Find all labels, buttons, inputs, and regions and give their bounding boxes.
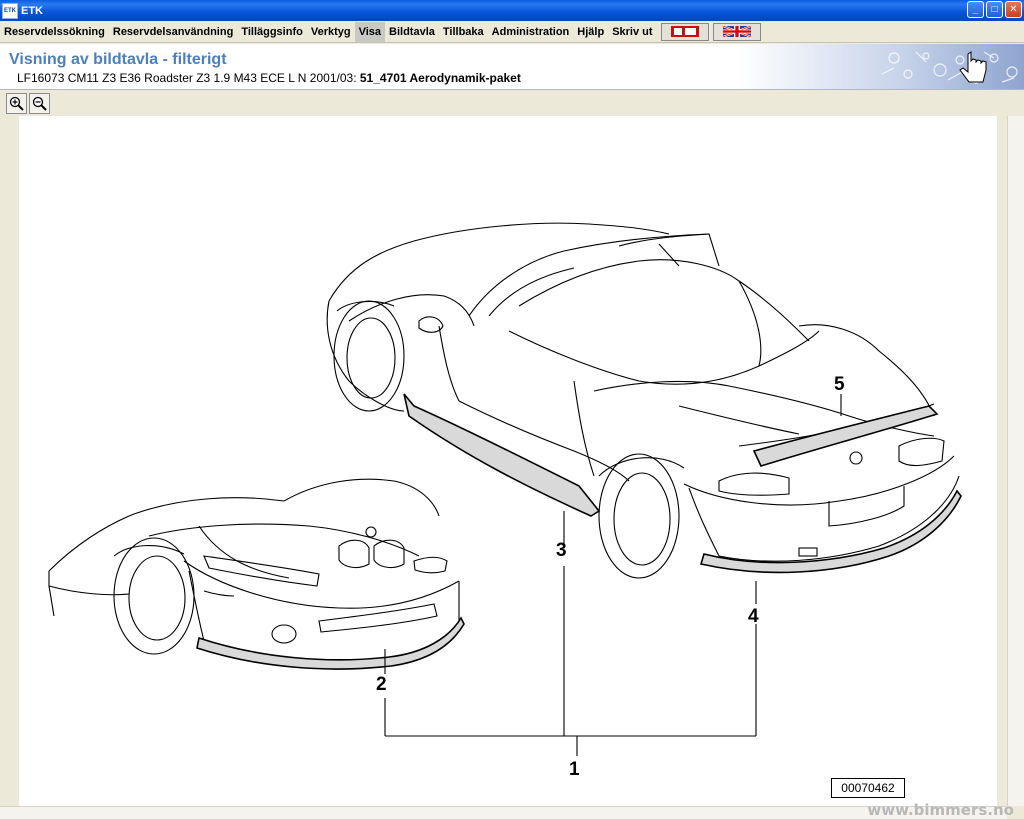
menu-item-verktyg[interactable]: Verktyg	[307, 22, 355, 42]
horizontal-scrollbar[interactable]	[0, 806, 1007, 819]
callout-2[interactable]: 2	[376, 674, 387, 696]
callout-3[interactable]: 3	[556, 540, 567, 562]
menu-item-reservdelssokning[interactable]: Reservdelssökning	[0, 22, 109, 42]
illustration-reference-number: 00070462	[831, 778, 905, 798]
group-name: 51_4701 Aerodynamik-paket	[359, 71, 521, 85]
swedish-flag-icon	[670, 26, 699, 37]
hand-cursor-icon	[959, 51, 987, 83]
parts-diagram: 1 2 3 4 5 00070462	[19, 116, 997, 806]
maximize-button[interactable]: □	[986, 1, 1003, 18]
watermark: www.bimmers.no	[867, 801, 1014, 819]
vertical-scrollbar[interactable]	[1007, 116, 1024, 806]
callout-4[interactable]: 4	[748, 606, 759, 628]
language-button-english[interactable]	[712, 22, 761, 41]
menu-item-hjalp[interactable]: Hjälp	[573, 22, 608, 42]
language-button-swedish[interactable]	[660, 22, 709, 41]
zoom-in-icon	[9, 96, 24, 111]
etk-app-icon: ETK	[2, 2, 18, 19]
minimize-button[interactable]: _	[967, 1, 984, 18]
window-title: ETK	[21, 4, 43, 17]
menu-item-administration[interactable]: Administration	[488, 22, 574, 42]
menu-item-reservdelsanvandning[interactable]: Reservdelsanvändning	[109, 22, 237, 42]
callout-1[interactable]: 1	[569, 759, 580, 781]
roadster-rear-view	[326, 222, 962, 579]
menu-item-bildtavla[interactable]: Bildtavla	[385, 22, 439, 42]
title-bar: ETK ETK _ □ ✕	[0, 0, 1024, 21]
vehicle-description: LF16073 CM11 Z3 E36 Roadster Z3 1.9 M43 …	[17, 71, 357, 85]
menu-item-tillaggsinfo[interactable]: Tilläggsinfo	[237, 22, 307, 42]
car-line-drawing	[48, 222, 962, 756]
parts-banner-image	[881, 51, 1018, 84]
menu-item-skriv-ut[interactable]: Skriv ut	[608, 22, 656, 42]
uk-flag-icon	[722, 26, 751, 37]
vehicle-subtitle: LF16073 CM11 Z3 E36 Roadster Z3 1.9 M43 …	[17, 71, 521, 85]
diagram-view: 1 2 3 4 5 00070462 www.bimmers.no	[0, 116, 1024, 819]
zoom-in-button[interactable]	[6, 92, 27, 114]
close-button[interactable]: ✕	[1005, 1, 1022, 18]
zoom-out-icon	[32, 96, 47, 111]
menu-bar: Reservdelssökning Reservdelsanvändning T…	[0, 21, 1024, 43]
callout-5[interactable]: 5	[834, 374, 845, 396]
roadster-front-view	[48, 478, 465, 670]
zoom-out-button[interactable]	[29, 92, 50, 114]
menu-item-tillbaka[interactable]: Tillbaka	[439, 22, 488, 42]
menu-item-visa[interactable]: Visa	[354, 21, 386, 42]
toolbar	[0, 90, 1024, 116]
page-title: Visning av bildtavla - filterigt	[9, 51, 227, 68]
page-header: Visning av bildtavla - filterigt LF16073…	[0, 44, 1024, 90]
